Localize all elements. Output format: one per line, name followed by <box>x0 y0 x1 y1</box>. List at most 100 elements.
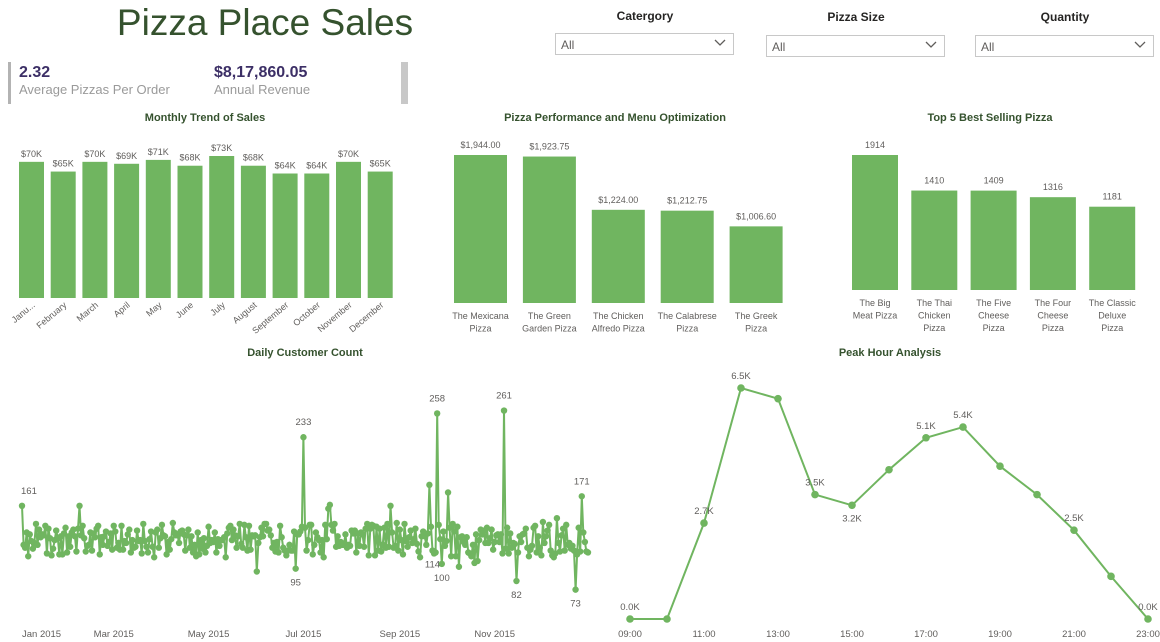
x-tick-label: Janu... <box>10 300 37 325</box>
data-point <box>292 565 299 572</box>
bar <box>19 161 44 298</box>
data-label: 5.4K <box>953 410 973 421</box>
bar <box>970 190 1017 290</box>
data-label: 1410 <box>924 176 944 186</box>
data-point <box>511 540 519 548</box>
data-point <box>34 541 41 549</box>
data-point <box>213 549 220 556</box>
category-dropdown[interactable]: All <box>555 33 734 55</box>
data-point <box>286 541 293 549</box>
data-point <box>175 539 183 547</box>
data-point <box>308 521 315 529</box>
data-point <box>149 543 156 550</box>
x-tick-label: Cheese <box>1037 311 1068 321</box>
data-point <box>158 521 166 529</box>
data-label: $70K <box>21 149 42 159</box>
data-point <box>185 526 192 533</box>
data-point <box>266 526 273 533</box>
pizza-size-filter-label: Pizza Size <box>827 10 885 24</box>
data-point <box>885 465 893 474</box>
x-tick-label: The Classic <box>1089 298 1137 308</box>
x-tick-label: Deluxe <box>1098 311 1126 321</box>
x-tick-label: 15:00 <box>840 629 864 640</box>
data-point <box>304 536 312 544</box>
data-point <box>538 552 545 559</box>
data-label: 2.5K <box>1064 513 1084 524</box>
data-point <box>544 527 551 534</box>
data-point <box>542 533 550 540</box>
data-point <box>115 539 122 547</box>
data-point <box>433 410 441 417</box>
bar <box>522 156 576 303</box>
data-point <box>577 548 584 555</box>
data-point <box>474 557 481 565</box>
data-label: $71K <box>148 147 169 157</box>
data-point <box>259 533 267 540</box>
data-label: 258 <box>429 393 445 404</box>
data-point <box>468 553 475 560</box>
data-point <box>525 553 533 560</box>
data-point <box>122 539 130 547</box>
data-label: 95 <box>290 578 301 589</box>
peak-hour-title: Peak Hour Analysis <box>838 347 942 359</box>
pizza-size-dropdown[interactable]: All <box>766 35 945 57</box>
data-point <box>359 531 366 538</box>
data-point <box>161 533 169 540</box>
data-point <box>196 551 203 558</box>
data-point <box>531 522 539 530</box>
data-point <box>289 547 296 554</box>
kpi-avg-pizzas-value: 2.32 <box>19 64 51 81</box>
data-point <box>440 528 447 535</box>
data-label: 3.5K <box>805 478 825 489</box>
data-label: 1316 <box>1043 182 1063 192</box>
data-label: $65K <box>370 159 391 169</box>
kpi-avg-pizzas-label: Average Pizzas Per Order <box>19 82 170 97</box>
data-point <box>737 384 745 392</box>
data-point <box>996 462 1004 470</box>
data-point <box>94 522 102 530</box>
daily-customer-title: Daily Customer Count <box>247 347 363 359</box>
data-point <box>96 551 103 558</box>
data-point <box>76 502 83 510</box>
data-point <box>553 514 561 522</box>
kpi-annual-revenue: $8,17,860.05 Annual Revenue <box>214 64 310 97</box>
data-point <box>427 523 435 530</box>
data-point <box>166 546 173 553</box>
data-label: 73 <box>570 599 581 610</box>
quantity-dropdown[interactable]: All <box>975 35 1154 57</box>
data-point <box>563 521 570 529</box>
data-point <box>85 541 93 549</box>
data-point <box>455 563 463 570</box>
data-point <box>311 541 318 549</box>
series-line <box>630 386 1149 620</box>
data-point <box>413 540 421 548</box>
data-point <box>461 541 469 549</box>
data-point <box>514 549 522 556</box>
quantity-filter-label: Quantity <box>1040 10 1090 24</box>
data-point <box>224 530 231 537</box>
x-tick-label: 09:00 <box>618 629 642 640</box>
data-point <box>245 522 253 530</box>
data-point <box>545 521 553 529</box>
data-point <box>505 550 512 557</box>
data-point <box>205 523 212 530</box>
data-point <box>188 533 195 540</box>
data-point <box>488 526 495 533</box>
x-tick-label: Pizza <box>1042 323 1064 333</box>
data-point <box>443 537 450 545</box>
bar <box>591 209 645 303</box>
data-label: $70K <box>84 149 105 159</box>
data-point <box>303 547 310 554</box>
data-point <box>536 544 543 551</box>
bar <box>114 163 140 298</box>
data-point <box>539 518 547 526</box>
data-point <box>626 615 634 623</box>
data-point <box>53 527 60 534</box>
x-tick-label: May <box>144 300 164 319</box>
x-tick-label: March <box>75 300 101 324</box>
data-label: 2.7K <box>694 506 714 517</box>
x-tick-label: Pizza <box>983 323 1005 333</box>
data-point <box>513 577 520 585</box>
data-point <box>444 489 452 496</box>
x-tick-label: Jan 2015 <box>22 629 61 640</box>
